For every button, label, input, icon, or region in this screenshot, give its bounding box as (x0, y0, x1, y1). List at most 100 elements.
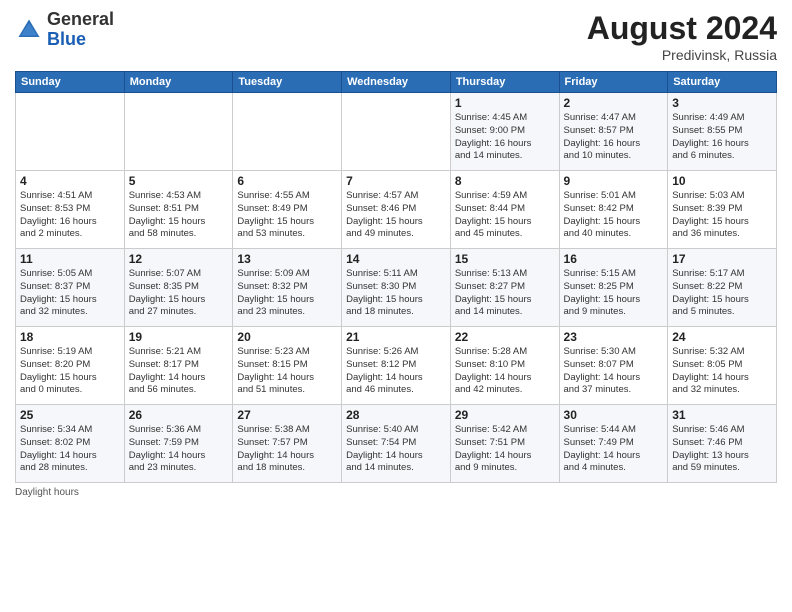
calendar-cell: 1 Sunrise: 4:45 AM Sunset: 9:00 PM Daylig… (450, 93, 559, 171)
day-number: 25 (20, 408, 120, 422)
calendar-cell: 13Sunrise: 5:09 AM Sunset: 8:32 PM Dayli… (233, 249, 342, 327)
day-info: Sunrise: 5:40 AM Sunset: 7:54 PM Dayligh… (346, 424, 446, 475)
calendar-cell: 21 Sunrise: 5:26 AM Sunset: 8:12 PM Dayli… (342, 327, 451, 405)
day-info: Sunrise: 4:45 AM Sunset: 9:00 PM Dayligh… (455, 112, 555, 163)
day-number: 15 (455, 252, 555, 266)
col-header-sunday: Sunday (16, 72, 125, 93)
calendar-cell: 7Sunrise: 4:57 AM Sunset: 8:46 PM Daylig… (342, 171, 451, 249)
calendar-cell: 26Sunrise: 5:36 AM Sunset: 7:59 PM Dayli… (124, 405, 233, 483)
day-number: 3 (672, 96, 772, 110)
calendar-week-3: 11 Sunrise: 5:05 AM Sunset: 8:37 PM Dayli… (16, 249, 777, 327)
day-number: 16 (564, 252, 664, 266)
col-header-wednesday: Wednesday (342, 72, 451, 93)
day-number: 27 (237, 408, 337, 422)
day-info: Sunrise: 5:19 AM Sunset: 8:20 PM Dayligh… (20, 346, 120, 397)
calendar-cell: 9 Sunrise: 5:01 AM Sunset: 8:42 PM Daylig… (559, 171, 668, 249)
day-info: Sunrise: 5:01 AM Sunset: 8:42 PM Dayligh… (564, 190, 664, 241)
calendar-week-2: 4 Sunrise: 4:51 AM Sunset: 8:53 PM Daylig… (16, 171, 777, 249)
day-number: 19 (129, 330, 229, 344)
calendar-cell: 22 Sunrise: 5:28 AM Sunset: 8:10 PM Dayli… (450, 327, 559, 405)
daylight-label: Daylight hours (15, 487, 79, 498)
day-info: Sunrise: 5:11 AM Sunset: 8:30 PM Dayligh… (346, 268, 446, 319)
calendar-cell: 2 Sunrise: 4:47 AM Sunset: 8:57 PM Daylig… (559, 93, 668, 171)
day-info: Sunrise: 5:44 AM Sunset: 7:49 PM Dayligh… (564, 424, 664, 475)
day-info: Sunrise: 4:55 AM Sunset: 8:49 PM Dayligh… (237, 190, 337, 241)
day-number: 11 (20, 252, 120, 266)
calendar-cell: 14 Sunrise: 5:11 AM Sunset: 8:30 PM Dayli… (342, 249, 451, 327)
day-info: Sunrise: 5:46 AM Sunset: 7:46 PM Dayligh… (672, 424, 772, 475)
month-year: August 2024 (587, 10, 777, 47)
day-info: Sunrise: 4:47 AM Sunset: 8:57 PM Dayligh… (564, 112, 664, 163)
calendar-cell: 12Sunrise: 5:07 AM Sunset: 8:35 PM Dayli… (124, 249, 233, 327)
page: General Blue August 2024 Predivinsk, Rus… (0, 0, 792, 612)
calendar-cell (16, 93, 125, 171)
logo-icon (15, 16, 43, 44)
logo: General Blue (15, 10, 114, 50)
calendar-cell: 5Sunrise: 4:53 AM Sunset: 8:51 PM Daylig… (124, 171, 233, 249)
day-number: 1 (455, 96, 555, 110)
calendar-cell: 8Sunrise: 4:59 AM Sunset: 8:44 PM Daylig… (450, 171, 559, 249)
day-number: 18 (20, 330, 120, 344)
calendar-cell: 27 Sunrise: 5:38 AM Sunset: 7:57 PM Dayli… (233, 405, 342, 483)
day-info: Sunrise: 5:03 AM Sunset: 8:39 PM Dayligh… (672, 190, 772, 241)
day-number: 12 (129, 252, 229, 266)
day-info: Sunrise: 5:26 AM Sunset: 8:12 PM Dayligh… (346, 346, 446, 397)
day-info: Sunrise: 5:30 AM Sunset: 8:07 PM Dayligh… (564, 346, 664, 397)
day-number: 14 (346, 252, 446, 266)
col-header-saturday: Saturday (668, 72, 777, 93)
calendar-cell: 4 Sunrise: 4:51 AM Sunset: 8:53 PM Daylig… (16, 171, 125, 249)
calendar-cell: 30 Sunrise: 5:44 AM Sunset: 7:49 PM Dayli… (559, 405, 668, 483)
calendar-cell: 29Sunrise: 5:42 AM Sunset: 7:51 PM Dayli… (450, 405, 559, 483)
calendar-cell: 28 Sunrise: 5:40 AM Sunset: 7:54 PM Dayli… (342, 405, 451, 483)
footer-note: Daylight hours (15, 487, 777, 498)
day-info: Sunrise: 5:23 AM Sunset: 8:15 PM Dayligh… (237, 346, 337, 397)
day-info: Sunrise: 5:05 AM Sunset: 8:37 PM Dayligh… (20, 268, 120, 319)
calendar-cell: 10Sunrise: 5:03 AM Sunset: 8:39 PM Dayli… (668, 171, 777, 249)
day-number: 5 (129, 174, 229, 188)
calendar-cell: 20 Sunrise: 5:23 AM Sunset: 8:15 PM Dayli… (233, 327, 342, 405)
day-info: Sunrise: 5:34 AM Sunset: 8:02 PM Dayligh… (20, 424, 120, 475)
day-number: 24 (672, 330, 772, 344)
calendar-cell: 11 Sunrise: 5:05 AM Sunset: 8:37 PM Dayli… (16, 249, 125, 327)
calendar-cell (124, 93, 233, 171)
day-number: 30 (564, 408, 664, 422)
calendar-cell (342, 93, 451, 171)
day-info: Sunrise: 5:32 AM Sunset: 8:05 PM Dayligh… (672, 346, 772, 397)
day-info: Sunrise: 5:13 AM Sunset: 8:27 PM Dayligh… (455, 268, 555, 319)
day-info: Sunrise: 4:51 AM Sunset: 8:53 PM Dayligh… (20, 190, 120, 241)
day-number: 22 (455, 330, 555, 344)
day-info: Sunrise: 5:28 AM Sunset: 8:10 PM Dayligh… (455, 346, 555, 397)
day-number: 28 (346, 408, 446, 422)
calendar-header-row: SundayMondayTuesdayWednesdayThursdayFrid… (16, 72, 777, 93)
header: General Blue August 2024 Predivinsk, Rus… (15, 10, 777, 63)
day-number: 21 (346, 330, 446, 344)
day-number: 8 (455, 174, 555, 188)
col-header-tuesday: Tuesday (233, 72, 342, 93)
day-number: 29 (455, 408, 555, 422)
day-info: Sunrise: 5:17 AM Sunset: 8:22 PM Dayligh… (672, 268, 772, 319)
calendar-cell: 19Sunrise: 5:21 AM Sunset: 8:17 PM Dayli… (124, 327, 233, 405)
day-number: 31 (672, 408, 772, 422)
day-number: 17 (672, 252, 772, 266)
location: Predivinsk, Russia (587, 47, 777, 63)
day-number: 4 (20, 174, 120, 188)
day-number: 23 (564, 330, 664, 344)
calendar-cell: 6Sunrise: 4:55 AM Sunset: 8:49 PM Daylig… (233, 171, 342, 249)
calendar-cell: 31 Sunrise: 5:46 AM Sunset: 7:46 PM Dayli… (668, 405, 777, 483)
day-number: 20 (237, 330, 337, 344)
day-number: 2 (564, 96, 664, 110)
col-header-thursday: Thursday (450, 72, 559, 93)
day-info: Sunrise: 5:38 AM Sunset: 7:57 PM Dayligh… (237, 424, 337, 475)
day-info: Sunrise: 4:57 AM Sunset: 8:46 PM Dayligh… (346, 190, 446, 241)
day-number: 9 (564, 174, 664, 188)
col-header-monday: Monday (124, 72, 233, 93)
calendar-cell (233, 93, 342, 171)
title-block: August 2024 Predivinsk, Russia (587, 10, 777, 63)
calendar-cell: 25 Sunrise: 5:34 AM Sunset: 8:02 PM Dayli… (16, 405, 125, 483)
calendar-cell: 3Sunrise: 4:49 AM Sunset: 8:55 PM Daylig… (668, 93, 777, 171)
calendar-cell: 17 Sunrise: 5:17 AM Sunset: 8:22 PM Dayli… (668, 249, 777, 327)
calendar-table: SundayMondayTuesdayWednesdayThursdayFrid… (15, 71, 777, 483)
day-info: Sunrise: 5:09 AM Sunset: 8:32 PM Dayligh… (237, 268, 337, 319)
logo-blue: Blue (47, 29, 86, 49)
day-info: Sunrise: 5:15 AM Sunset: 8:25 PM Dayligh… (564, 268, 664, 319)
